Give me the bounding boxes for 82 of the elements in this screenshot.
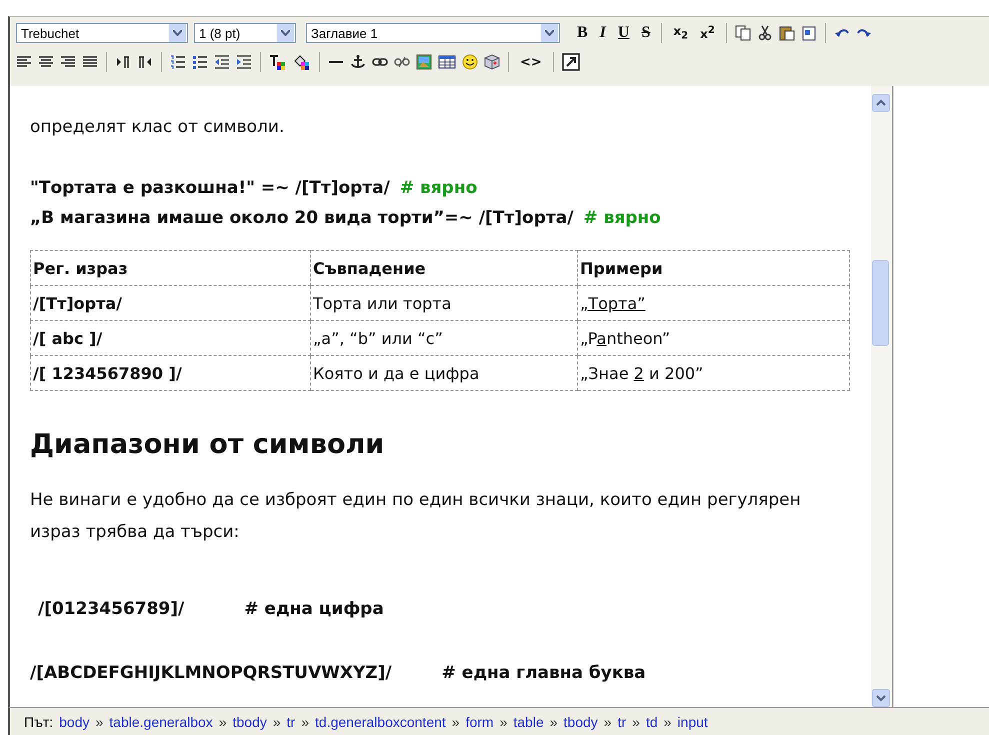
cube-icon[interactable] <box>484 54 500 70</box>
column-header: Примери <box>578 250 850 286</box>
table-cell: /[ abc ]/ <box>30 320 310 356</box>
code-comment: # една цифра <box>244 598 384 621</box>
unlink-icon[interactable] <box>394 54 410 70</box>
outdent-icon[interactable] <box>214 54 230 70</box>
code-comment: # вярно <box>400 177 478 200</box>
path-separator: » <box>95 714 104 730</box>
script-button[interactable]: x$_{2}$ <box>670 24 692 42</box>
table-cell: Торта или торта <box>310 286 578 320</box>
column-header: Съвпадение <box>310 250 578 286</box>
code-example: "Тортата е разкошна!" =~ /[Тт]орта/ <box>30 177 390 200</box>
path-separator: » <box>550 714 558 730</box>
body-text: определят клас от символи. <box>30 116 286 139</box>
table-cell: „Pantheon” <box>578 320 850 356</box>
path-link[interactable]: input <box>677 714 708 730</box>
path-link[interactable]: tbody <box>564 714 598 730</box>
font-select[interactable]: Trebuchet <box>16 23 188 43</box>
bullet-list-icon[interactable] <box>192 54 208 70</box>
table-cell: /[Тт]орта/ <box>30 286 310 320</box>
table-cell: Която и да е цифра <box>310 356 578 390</box>
path-link[interactable]: tbody <box>232 714 267 730</box>
right-to-left-icon[interactable] <box>137 54 153 70</box>
fill-color-icon[interactable] <box>293 54 311 70</box>
path-link[interactable]: table <box>513 714 544 730</box>
anchor-icon[interactable] <box>350 54 366 70</box>
copy-icon[interactable] <box>734 25 751 41</box>
scroll-down-button[interactable] <box>872 689 890 707</box>
indent-icon[interactable] <box>236 54 252 70</box>
path-link[interactable]: td <box>646 714 658 730</box>
caret-icon <box>281 30 290 36</box>
caret-icon <box>173 30 182 36</box>
code-example: /[ABCDEFGHIJKLMNOPQRSTUVWXYZ]/ <box>30 662 392 685</box>
path-separator: » <box>218 714 227 730</box>
fullscreen-icon[interactable] <box>562 53 580 71</box>
document-icon[interactable] <box>800 25 817 41</box>
table-cell: „Знае 2 и 200” <box>578 356 850 390</box>
section-heading: Диапазони от символи <box>30 429 386 460</box>
editor-area[interactable] <box>8 86 893 707</box>
format-button[interactable]: B <box>574 24 591 42</box>
path-separator: » <box>604 714 612 730</box>
path-label: Път: <box>24 714 54 730</box>
size-select[interactable]: 1 (8 pt) <box>194 23 296 43</box>
html-source-button[interactable]: <> <box>517 54 545 70</box>
table-icon[interactable] <box>438 54 456 70</box>
column-header: Рег. израз <box>30 250 310 286</box>
path-link[interactable]: tr <box>286 714 296 730</box>
table-cell: /[ 1234567890 ]/ <box>30 356 310 390</box>
code-comment: # вярно <box>583 207 661 230</box>
path-separator: » <box>272 714 281 730</box>
format-button[interactable]: S <box>638 24 654 42</box>
numbered-list-icon[interactable] <box>170 54 186 70</box>
table-cell: „Торта” <box>578 286 850 320</box>
path-link[interactable]: tr <box>618 714 626 730</box>
code-example: /[0123456789]/ <box>38 598 184 621</box>
scrollbar[interactable] <box>871 86 892 707</box>
path-link[interactable]: td.generalboxcontent <box>315 714 446 730</box>
path-link[interactable]: form <box>466 714 494 730</box>
format-select[interactable]: Заглавие 1 <box>306 23 560 43</box>
text-color-icon[interactable] <box>269 54 287 70</box>
caret-icon <box>545 30 554 36</box>
path-separator: » <box>301 714 310 730</box>
scroll-thumb[interactable] <box>872 260 889 346</box>
path-separator: » <box>664 714 672 730</box>
smiley-icon[interactable] <box>462 54 478 70</box>
clipboard-icon[interactable] <box>778 25 795 41</box>
path-link[interactable]: body <box>59 714 90 730</box>
code-example: „В магазина имаше около 20 вида торти”=~ /[Тт]орта/ <box>30 207 574 230</box>
table-cell: „a”, “b” или “c” <box>310 320 578 356</box>
left-to-right-icon[interactable] <box>115 54 131 70</box>
scissors-icon[interactable] <box>756 25 773 41</box>
script-button[interactable]: x$^{2}$ <box>697 25 718 41</box>
path-link[interactable]: table.generalbox <box>109 714 213 730</box>
path-separator: » <box>500 714 508 730</box>
paragraph: Не винаги е удобно да се изброят един по един всички знаци, които един регулярен израз трябва да търси: <box>30 489 802 544</box>
path-separator: » <box>452 714 460 730</box>
format-button[interactable]: U <box>614 24 632 42</box>
path-separator: » <box>632 714 640 730</box>
code-comment: # една главна буква <box>442 662 646 685</box>
image-icon[interactable] <box>416 54 432 70</box>
scroll-up-button[interactable] <box>872 94 890 112</box>
format-button[interactable]: I <box>596 24 609 42</box>
